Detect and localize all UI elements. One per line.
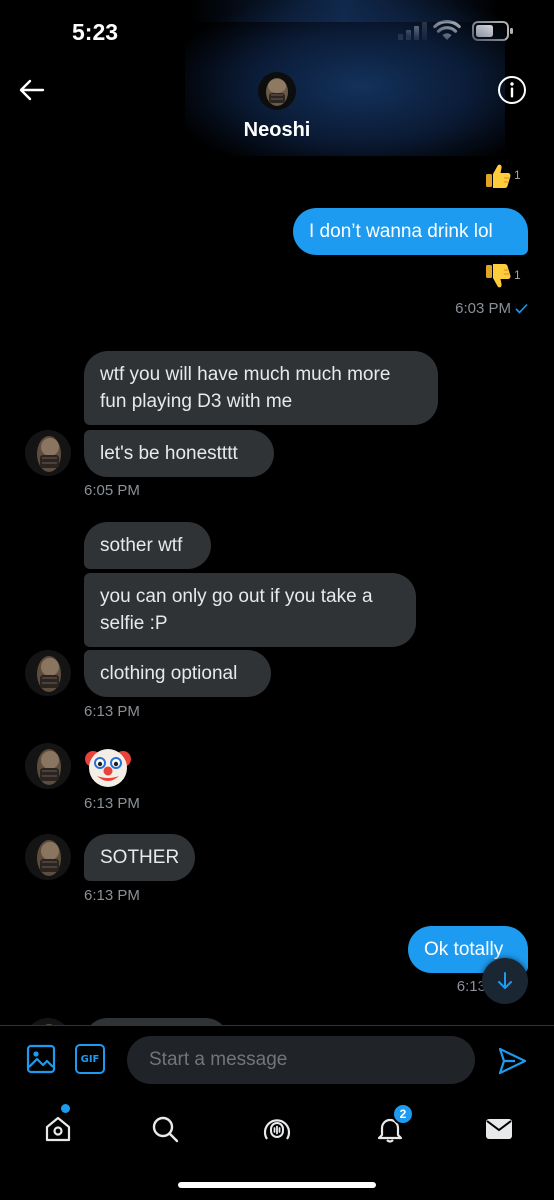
reaction-count: 1 (514, 268, 521, 282)
info-icon (498, 76, 526, 104)
tab-messages[interactable] (475, 1105, 523, 1153)
spaces-icon (263, 1119, 291, 1140)
message-input[interactable] (127, 1036, 475, 1084)
contact-avatar[interactable] (258, 72, 296, 110)
incoming-message[interactable]: let's be honestttt (84, 430, 274, 477)
incoming-message[interactable]: sother wtf (84, 522, 211, 569)
sender-avatar[interactable] (25, 430, 71, 476)
message-list[interactable]: 1 I don’t wanna drink lol 1 6:03 PM wtf … (0, 156, 554, 1026)
reaction-thumbs-down[interactable]: 1 (484, 262, 521, 290)
contact-name[interactable]: Neoshi (0, 119, 554, 142)
tab-search[interactable] (141, 1105, 189, 1153)
emoji-message[interactable] (84, 742, 132, 795)
avatar-image (25, 834, 71, 880)
back-button[interactable] (14, 72, 50, 108)
home-icon (45, 1116, 71, 1142)
scroll-to-bottom-button[interactable] (482, 958, 528, 1004)
avatar-image (25, 743, 71, 789)
sent-check-icon (515, 303, 528, 314)
envelope-icon (486, 1119, 512, 1139)
add-image-button[interactable] (26, 1044, 58, 1076)
reaction-count: 1 (514, 168, 521, 182)
message-timestamp: 6:13 (456, 978, 486, 995)
send-button[interactable] (494, 1043, 530, 1079)
send-icon (498, 1047, 527, 1075)
message-timestamp: 6:05 PM (84, 482, 140, 499)
home-unread-dot (61, 1104, 70, 1113)
message-composer: GIF (0, 1025, 554, 1095)
message-timestamp: 6:03 PM (440, 300, 528, 317)
avatar-image (25, 650, 71, 696)
image-icon (26, 1044, 56, 1074)
avatar-image (258, 72, 296, 110)
sender-avatar[interactable] (25, 834, 71, 880)
conversation-header: Neoshi (0, 0, 554, 156)
reaction-thumbs-up[interactable]: 1 (484, 162, 521, 190)
notifications-badge: 2 (392, 1103, 414, 1125)
message-timestamp: 6:13 PM (84, 703, 140, 720)
arrow-down-icon (498, 972, 512, 989)
tab-spaces[interactable] (253, 1105, 301, 1153)
search-icon (152, 1116, 179, 1143)
incoming-message[interactable]: you can only go out if you take a selfie… (84, 573, 416, 647)
info-button[interactable] (494, 72, 530, 108)
thumbs-up-icon (486, 164, 511, 188)
incoming-message[interactable]: clothing optional (84, 650, 271, 697)
outgoing-message[interactable]: I don’t wanna drink lol (293, 208, 528, 255)
clown-face-icon (85, 749, 131, 787)
home-indicator (178, 1182, 376, 1188)
avatar-image (25, 430, 71, 476)
thumbs-down-icon (486, 264, 511, 288)
arrow-left-icon (19, 79, 45, 101)
incoming-message[interactable]: SOTHER (84, 834, 195, 881)
tab-home[interactable] (34, 1105, 82, 1153)
header-background-top (190, 0, 500, 22)
sender-avatar[interactable] (25, 650, 71, 696)
timestamp-text: 6:03 PM (455, 300, 511, 317)
incoming-message[interactable]: wtf you will have much much more fun pla… (84, 351, 438, 425)
gif-button[interactable]: GIF (75, 1044, 105, 1074)
message-timestamp: 6:13 PM (84, 795, 140, 812)
sender-avatar[interactable] (25, 743, 71, 789)
message-timestamp: 6:13 PM (84, 887, 140, 904)
